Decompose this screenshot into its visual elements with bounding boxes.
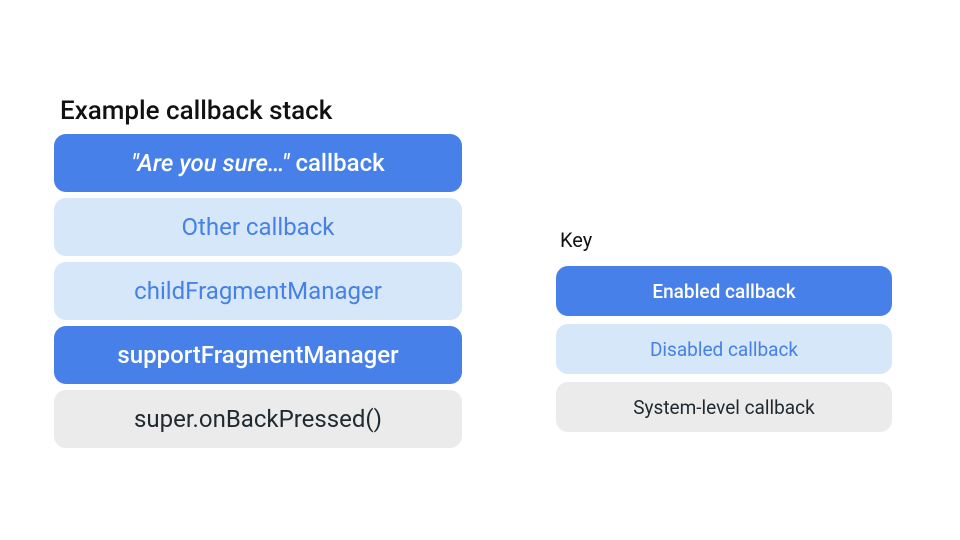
stack-item-other-callback: Other callback [54,198,462,256]
key-item-enabled: Enabled callback [556,266,892,316]
stack-item-are-you-sure-prefix: "Are you sure…" [131,149,295,177]
callback-stack: "Are you sure…" callback Other callback … [54,134,462,448]
key-legend: Enabled callback Disabled callback Syste… [556,266,892,432]
key-item-disabled: Disabled callback [556,324,892,374]
key-title: Key [560,228,592,252]
stack-title: Example callback stack [60,96,332,126]
stack-item-support-fragment-manager: supportFragmentManager [54,326,462,384]
key-item-system: System-level callback [556,382,892,432]
stack-item-child-fragment-manager: childFragmentManager [54,262,462,320]
stack-item-super-onbackpressed: super.onBackPressed() [54,390,462,448]
stack-item-are-you-sure-suffix: callback [295,149,384,177]
stack-item-are-you-sure: "Are you sure…" callback [54,134,462,192]
